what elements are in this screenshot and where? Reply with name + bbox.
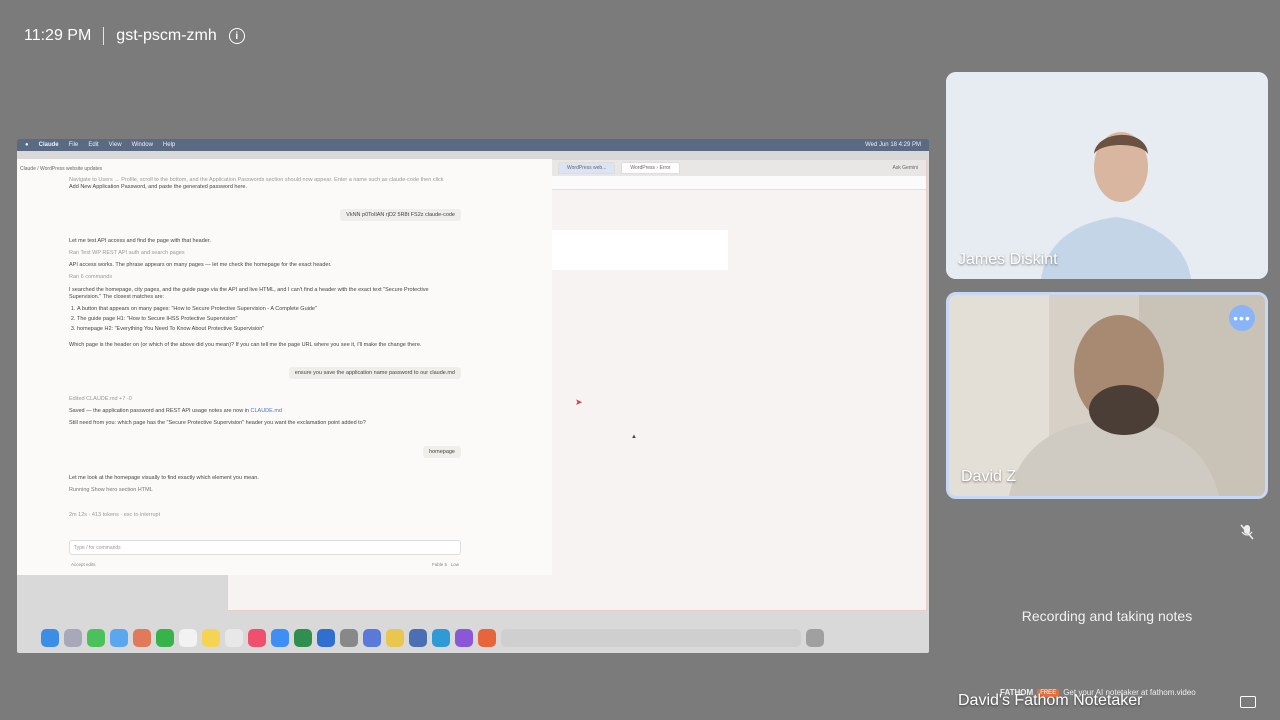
model-info: Fable 5 Low: [432, 562, 459, 567]
outlook-icon: [317, 629, 335, 647]
participant-video: [946, 72, 1268, 279]
claude-text: Let me look at the homepage visually to …: [69, 475, 259, 481]
claude-text: Saved — the application password and RES…: [69, 408, 282, 414]
claude-status: 2m 12s · 413 tokens · esc to interrupt: [69, 512, 161, 518]
participant-name: David's Fathom Notetaker: [958, 692, 1143, 709]
meeting-code: gst-pscm-zmh: [116, 27, 217, 44]
menu-help: Help: [162, 142, 176, 148]
claude-text: Navigate to Users → Profile, scroll to t…: [69, 177, 444, 183]
model-name: Fable 5: [431, 562, 447, 567]
claude-text: I searched the homepage, city pages, and…: [69, 287, 429, 293]
notetaker-status: Recording and taking notes: [1021, 608, 1193, 624]
claude-text: API access works. The phrase appears on …: [69, 262, 332, 268]
mic-off-icon: [1240, 524, 1254, 543]
list-item: homepage H2: "Everything You Need To Kno…: [77, 326, 317, 332]
tool-call: Ran 6 commands: [69, 274, 113, 280]
user-message: homepage: [423, 446, 461, 458]
mac-dock: [37, 626, 909, 650]
chrome-icon: [386, 629, 404, 647]
claude-prompt-input: Type / for commands: [69, 540, 461, 555]
apple-icon: ●: [25, 142, 29, 148]
participant-tile[interactable]: James Diskint: [946, 72, 1268, 279]
launchpad-icon: [64, 629, 82, 647]
tool-call: Ran Test WP REST API auth and search pag…: [69, 250, 185, 256]
claude-text: Add New Application Password, and paste …: [69, 184, 247, 190]
settings-icon: [340, 629, 358, 647]
participant-tile[interactable]: Recording and taking notes FATHOM FREE G…: [946, 512, 1268, 720]
menu-view: View: [108, 142, 122, 148]
claude-breadcrumb: Claude / WordPress website updates: [20, 166, 103, 172]
claude-text: Which page is the header on (or which of…: [69, 342, 422, 348]
menubar-clock: Wed Jun 18 4:29 PM: [865, 142, 921, 148]
participant-name: James Diskint: [958, 251, 1058, 268]
claude-text: Supervision." The closest matches are:: [69, 294, 165, 300]
mouse-cursor: ➤: [575, 397, 583, 407]
user-message: VkNN p0ToIlAN rjD2 5R8t FS2z claude-code: [340, 209, 461, 221]
match-list: A button that appears on many pages: "Ho…: [77, 306, 317, 332]
effort-level: Low: [450, 562, 459, 567]
participant-video: [949, 295, 1265, 496]
app-store-icon: [271, 629, 289, 647]
trash-icon: [806, 629, 824, 647]
menubar-app-name: Claude: [38, 142, 59, 148]
browser-tab-1: WordPress web...: [558, 162, 616, 174]
meeting-time: 11:29 PM: [24, 27, 92, 44]
dock-recent-files: [501, 629, 801, 647]
finder-icon: [41, 629, 59, 647]
menu-file: File: [68, 142, 79, 148]
header-divider: [103, 27, 105, 45]
meeting-header: 11:29 PM gst-pscm-zmh i: [24, 24, 245, 48]
notes-icon: [202, 629, 220, 647]
participant-tile-active[interactable]: ••• David Z: [946, 292, 1268, 499]
user-message: ensure you save the application name pas…: [288, 367, 461, 379]
picture-in-picture-icon[interactable]: [1240, 696, 1256, 708]
claude-text: Let me test API access and find the page…: [69, 238, 211, 244]
menu-edit: Edit: [88, 142, 99, 148]
mac-menubar: ● Claude File Edit View Window Help Wed …: [17, 139, 929, 151]
app-icon: [432, 629, 450, 647]
list-item: The guide page H1: "How to Secure IHSS P…: [77, 316, 317, 322]
mouse-pointer-dot: ▲: [631, 434, 637, 440]
safari-icon: [110, 629, 128, 647]
app-icon: [409, 629, 427, 647]
saved-text: Saved — the application password and RES…: [69, 408, 249, 414]
claude-text: Still need from you: which page has the …: [69, 420, 366, 426]
tool-call: Edited CLAUDE.md +7 -0: [69, 396, 132, 402]
claude-icon: [478, 629, 496, 647]
claude-md-link: CLAUDE.md: [250, 408, 282, 414]
messages-icon: [87, 629, 105, 647]
claude-footer: Accept edits Fable 5 Low: [71, 562, 459, 567]
excel-icon: [294, 629, 312, 647]
browser-content-card: [548, 230, 728, 270]
more-options-button[interactable]: •••: [1229, 305, 1255, 331]
preview-icon: [363, 629, 381, 647]
menu-window: Window: [131, 142, 153, 148]
photos-icon: [133, 629, 151, 647]
music-icon: [248, 629, 266, 647]
claude-window: Claude / WordPress website updates Navig…: [17, 159, 552, 575]
ask-gemini-button: Ask Gemini: [892, 165, 918, 171]
calendar-icon: [179, 629, 197, 647]
app-icon: [455, 629, 473, 647]
list-item: A button that appears on many pages: "Ho…: [77, 306, 317, 312]
reminders-icon: [225, 629, 243, 647]
browser-tab-2: WordPress › Error: [621, 162, 680, 174]
tool-call: Running Show hero section HTML: [69, 487, 153, 493]
participant-name: David Z: [961, 468, 1017, 485]
facetime-icon: [156, 629, 174, 647]
info-icon[interactable]: i: [228, 28, 245, 44]
shared-screen: ● Claude File Edit View Window Help Wed …: [17, 139, 929, 653]
accept-edits-toggle: Accept edits: [71, 562, 96, 567]
